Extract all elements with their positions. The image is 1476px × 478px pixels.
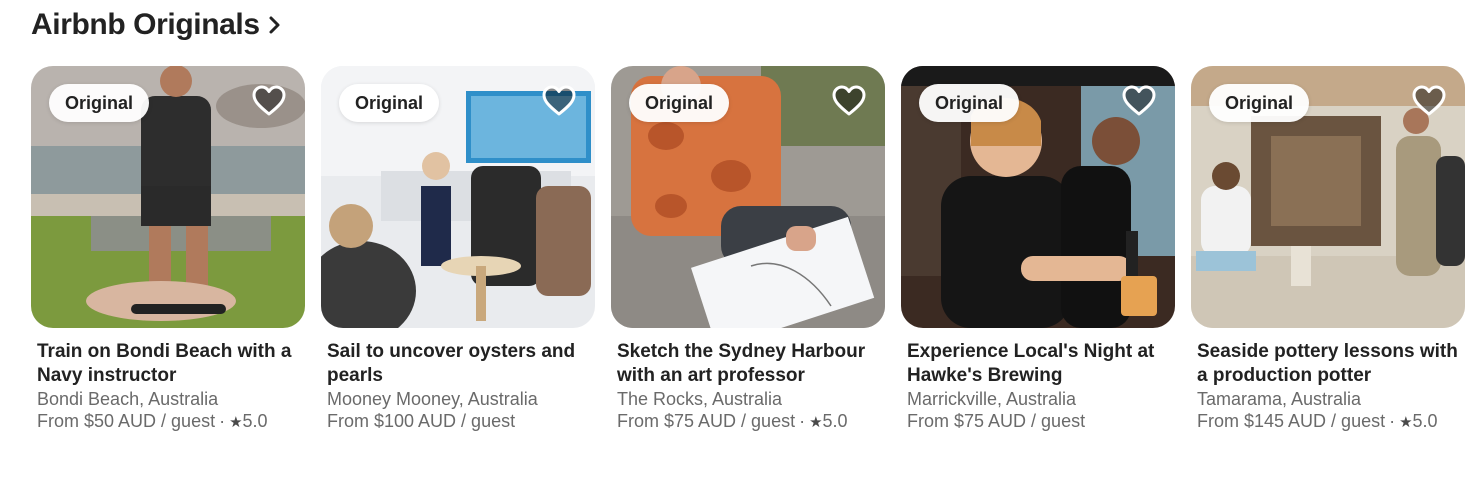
experience-card[interactable]: Original Train on Bondi Beach with a Nav… — [31, 66, 305, 434]
experience-location: Marrickville, Australia — [907, 389, 1077, 409]
chevron-right-icon — [269, 16, 280, 34]
heart-icon[interactable] — [1121, 84, 1157, 118]
separator-dot: · — [219, 411, 226, 431]
experience-photo[interactable]: Original — [321, 66, 595, 328]
experience-photo[interactable]: Original — [901, 66, 1175, 328]
experience-price: From $75 AUD / guest — [617, 411, 796, 431]
experience-rating: 5.0 — [242, 411, 268, 431]
star-icon: ★ — [229, 414, 243, 431]
heart-icon[interactable] — [541, 84, 577, 118]
experience-location: Tamarama, Australia — [1197, 389, 1362, 409]
star-icon: ★ — [1399, 414, 1413, 431]
original-badge: Original — [49, 84, 150, 122]
experience-price: From $100 AUD / guest — [327, 411, 516, 431]
experience-price-row: From $100 AUD / guest — [327, 410, 589, 432]
experience-price-row: From $75 AUD / guest — [907, 410, 1169, 432]
heart-icon[interactable] — [251, 84, 287, 118]
original-badge: Original — [1209, 84, 1310, 122]
star-icon: ★ — [809, 414, 823, 431]
heart-icon[interactable] — [1411, 84, 1447, 118]
experience-title[interactable]: Sail to uncover oysters and pearls — [327, 340, 589, 388]
experience-price: From $75 AUD / guest — [907, 411, 1086, 431]
experience-card[interactable]: Original Seaside pottery lessons with a … — [1191, 66, 1465, 434]
experience-location: Bondi Beach, Australia — [37, 389, 219, 409]
separator-dot: · — [1389, 411, 1396, 431]
experience-rating: 5.0 — [822, 411, 848, 431]
experience-card[interactable]: Original Sail to uncover oysters and pea… — [321, 66, 595, 432]
experience-price-row: From $145 AUD / guest · ★5.0 — [1197, 410, 1459, 434]
experience-title[interactable]: Train on Bondi Beach with a Navy instruc… — [37, 340, 299, 388]
experience-photo[interactable]: Original — [611, 66, 885, 328]
experience-location: The Rocks, Australia — [617, 389, 783, 409]
original-badge: Original — [629, 84, 730, 122]
experience-card[interactable]: Original Experience Local's Night at Haw… — [901, 66, 1175, 432]
experience-location: Mooney Mooney, Australia — [327, 389, 538, 409]
experience-title[interactable]: Experience Local's Night at Hawke's Brew… — [907, 340, 1169, 388]
experience-price-row: From $75 AUD / guest · ★5.0 — [617, 410, 879, 434]
original-badge: Original — [919, 84, 1020, 122]
separator-dot: · — [799, 411, 806, 431]
heart-icon[interactable] — [831, 84, 867, 118]
experience-price: From $145 AUD / guest — [1197, 411, 1386, 431]
original-badge: Original — [339, 84, 440, 122]
experience-photo[interactable]: Original — [31, 66, 305, 328]
experience-price-row: From $50 AUD / guest · ★5.0 — [37, 410, 299, 434]
experience-rating: 5.0 — [1412, 411, 1438, 431]
experience-title[interactable]: Seaside pottery lessons with a productio… — [1197, 340, 1459, 388]
experience-price: From $50 AUD / guest — [37, 411, 216, 431]
section-title: Airbnb Originals — [31, 8, 260, 41]
experience-card[interactable]: Original Sketch the Sydney Harbour with … — [611, 66, 885, 434]
experience-photo[interactable]: Original — [1191, 66, 1465, 328]
section-title-link[interactable]: Airbnb Originals — [31, 8, 282, 42]
experience-title[interactable]: Sketch the Sydney Harbour with an art pr… — [617, 340, 879, 388]
